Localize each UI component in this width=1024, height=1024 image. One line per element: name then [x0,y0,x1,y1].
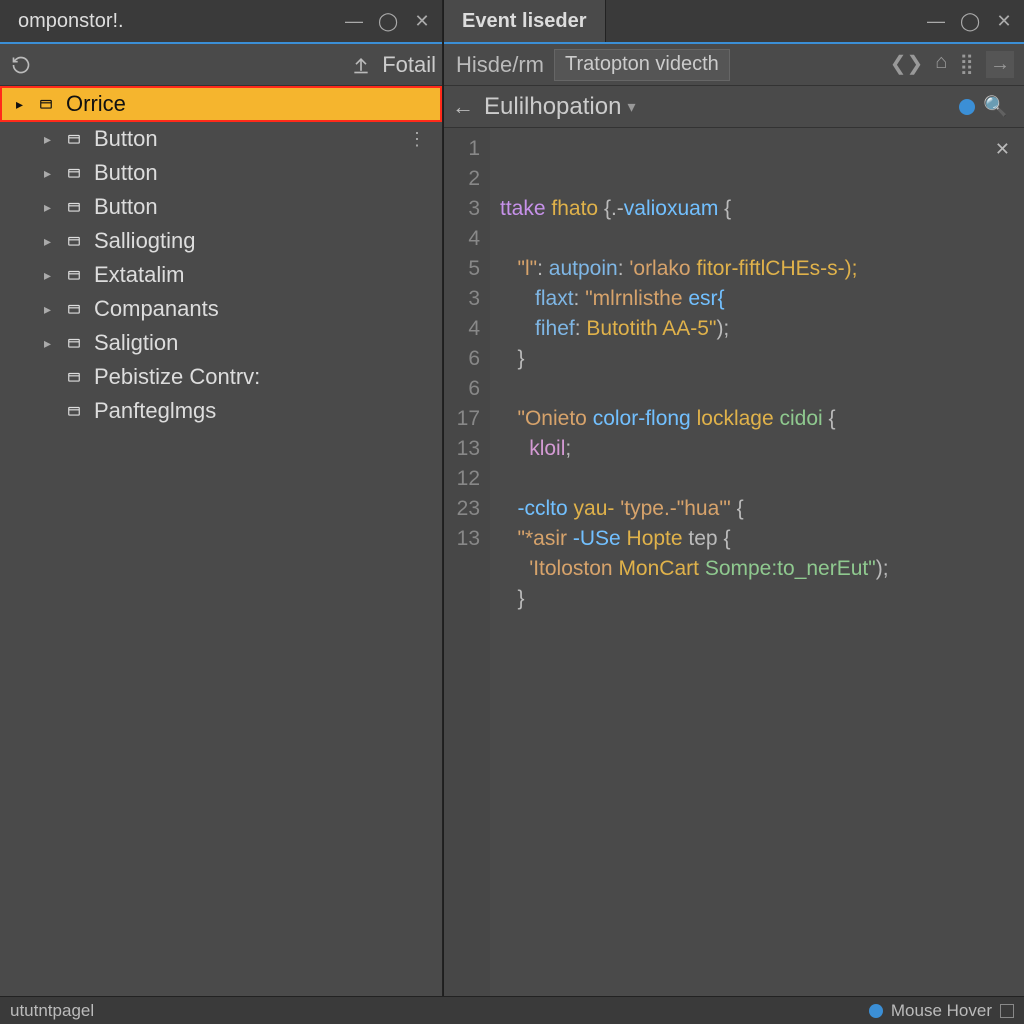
line-number: 3 [444,284,480,314]
status-indicator-icon [869,1004,883,1018]
tree-item-label: Extatalim [94,262,184,288]
close-button[interactable]: ✕ [994,11,1014,32]
expand-arrow-icon[interactable]: ▸ [44,301,58,318]
line-number: 2 [444,164,480,194]
back-icon[interactable]: ← [452,94,474,120]
maximize-button[interactable]: ◯ [960,11,980,32]
expand-arrow-icon[interactable]: ▸ [44,199,58,216]
tree-item-label: Button [94,160,158,186]
event-panel: Event liseder — ◯ ✕ Hisde/rm Tratopton v… [444,0,1024,996]
line-number: 6 [444,374,480,404]
component-icon [64,165,84,181]
tree-item-label: Orrice [66,91,126,117]
tree-item-1[interactable]: ▸ Button ⋮ [0,122,442,156]
tree-item-label: Saligtion [94,330,178,356]
expand-arrow-icon[interactable]: ▸ [44,233,58,250]
tree-item-6[interactable]: ▸ Companants [0,292,442,326]
component-icon [64,403,84,419]
tree-item-label: Button [94,194,158,220]
component-icon [64,233,84,249]
left-titlebar: omponstor!. — ◯ ✕ [0,0,442,44]
status-bar: ututntpagel Mouse Hover [0,996,1024,1024]
line-number: 13 [444,524,480,554]
line-gutter: 1234534661713122313 [444,128,490,996]
components-panel: omponstor!. — ◯ ✕ Fotail ▸ Orrice ▸ Button ⋮… [0,0,443,996]
line-number: 4 [444,224,480,254]
line-number: 23 [444,494,480,524]
maximize-button[interactable]: ◯ [378,11,398,32]
expand-arrow-icon[interactable]: ▸ [44,131,58,148]
line-number: 13 [444,434,480,464]
tree-item-4[interactable]: ▸ Salliogting [0,224,442,258]
tree-item-2[interactable]: ▸ Button [0,156,442,190]
line-number: 6 [444,344,480,374]
tree-item-label: Companants [94,296,219,322]
component-icon [36,96,56,112]
path-segment[interactable]: Hisde/rm [450,52,550,78]
home-icon[interactable]: ⌂ [935,51,947,78]
component-icon [64,131,84,147]
tree-item-3[interactable]: ▸ Button [0,190,442,224]
hierarchy-icon[interactable]: ⣿ [959,51,974,78]
expand-arrow-icon[interactable]: ▸ [16,96,30,113]
forward-icon[interactable]: → [986,51,1014,78]
status-box-icon[interactable] [1000,1004,1014,1018]
component-icon [64,335,84,351]
right-panel-title[interactable]: Event liseder [444,0,606,42]
expand-arrow-icon[interactable]: ▸ [44,165,58,182]
upload-icon[interactable] [346,50,376,80]
refresh-icon[interactable] [6,50,36,80]
minimize-button[interactable]: — [344,11,364,32]
left-toolbar: Fotail [0,44,442,86]
component-tree: ▸ Orrice ▸ Button ⋮ ▸ Button ▸ Button ▸ Salliogtin… [0,86,442,996]
tree-item-9[interactable]: Panfteglmgs [0,394,442,428]
path-field[interactable]: Tratopton videcth [554,49,730,81]
status-left: ututntpagel [10,1001,94,1021]
code-editor[interactable]: 1234534661713122313 ✕ ttake fhato {.-val… [444,128,1024,996]
tree-item-7[interactable]: ▸ Saligtion [0,326,442,360]
code-area[interactable]: ✕ ttake fhato {.-valioxuam { "l": autpoi… [490,128,1024,996]
component-icon [64,369,84,385]
right-titlebar: Event liseder — ◯ ✕ [444,0,1024,44]
line-number: 12 [444,464,480,494]
tree-item-label: Pebistize Contrv: [94,364,260,390]
tree-item-8[interactable]: Pebistize Contrv: [0,360,442,394]
expand-arrow-icon[interactable]: ▸ [44,335,58,352]
line-number: 17 [444,404,480,434]
tree-item-5[interactable]: ▸ Extatalim [0,258,442,292]
right-toolbar: Hisde/rm Tratopton videcth ❮❯ ⌂ ⣿ → [444,44,1024,86]
component-icon [64,199,84,215]
line-number: 4 [444,314,480,344]
minimize-button[interactable]: — [926,11,946,32]
more-icon[interactable]: ⋮ [408,129,426,150]
status-right: Mouse Hover [891,1001,992,1021]
breadcrumb: ← Eulilhopation ▾ 🔍 [444,86,1024,128]
chevron-down-icon[interactable]: ▾ [627,97,635,117]
line-number: 3 [444,194,480,224]
component-icon [64,301,84,317]
nav-back-icon[interactable]: ❮❯ [890,51,924,78]
tree-item-label: Salliogting [94,228,196,254]
breadcrumb-text[interactable]: Eulilhopation [484,93,621,121]
line-number: 5 [444,254,480,284]
component-icon [64,267,84,283]
left-panel-title: omponstor!. [0,0,142,42]
info-badge-icon[interactable] [959,99,975,115]
tree-item-label: Panfteglmgs [94,398,216,424]
tree-item-0[interactable]: ▸ Orrice [0,86,442,122]
line-number: 1 [444,134,480,164]
close-icon[interactable]: ✕ [995,134,1010,164]
upload-label: Fotail [382,52,436,78]
expand-arrow-icon[interactable]: ▸ [44,267,58,284]
search-icon[interactable]: 🔍 [983,94,1008,119]
tree-item-label: Button [94,126,158,152]
close-button[interactable]: ✕ [412,11,432,32]
